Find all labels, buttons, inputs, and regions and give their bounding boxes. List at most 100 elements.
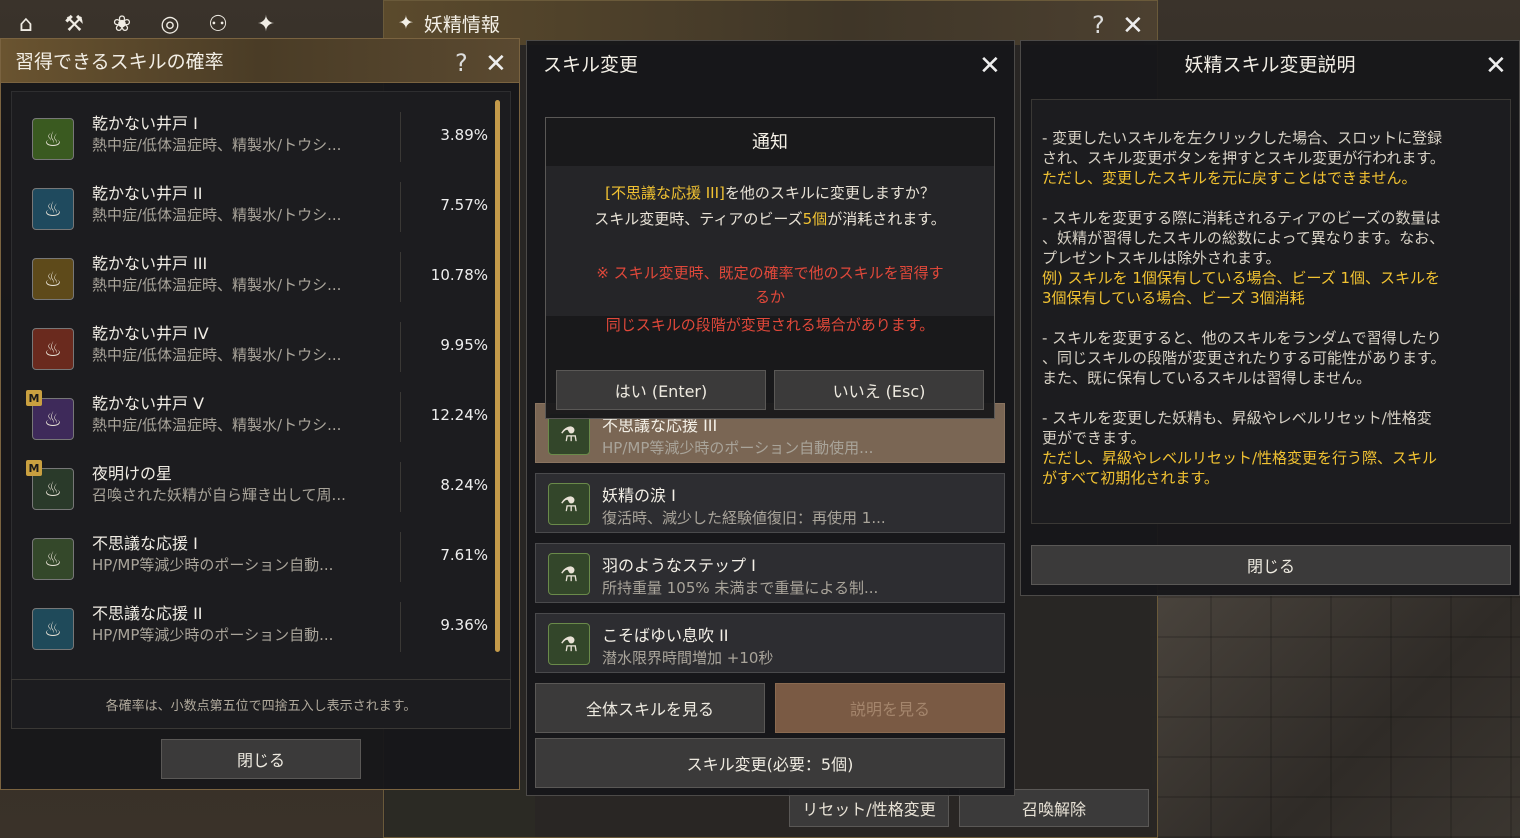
explain-line: 更ができます。 [1042, 429, 1146, 447]
notice-line2: スキル変更時、ティアのビーズ5個が消耗されます。 [546, 208, 994, 229]
divider [400, 392, 401, 442]
skill-probability: 7.61% [440, 546, 488, 564]
skill-name: 乾かない井戸 V [92, 394, 205, 413]
skill-name: 乾かない井戸 I [92, 114, 198, 133]
skill-name: 乾かない井戸 IV [92, 324, 209, 343]
skill-name: 妖精の涙 I [602, 486, 676, 505]
explain-line: 、妖精が習得したスキルの総数によって異なります。なお、 [1042, 229, 1445, 247]
skill-probability: 10.78% [430, 266, 488, 284]
skill-icon: ♨ [32, 538, 74, 580]
probability-row: ♨ 乾かない井戸 IV 熱中症/低体温症時、精製水/トウシ... 9.95% [12, 312, 502, 382]
explain-line: プレゼントスキルは除外されます。 [1042, 249, 1281, 267]
skill-probability: 3.89% [440, 126, 488, 144]
home-icon[interactable]: ⌂ [8, 6, 44, 42]
mastery-badge: M [26, 460, 42, 476]
skill-probability: 9.36% [440, 616, 488, 634]
bead-count: 5個 [802, 210, 828, 228]
explain-line: され、スキル変更ボタンを押すとスキル変更が行われます。 [1042, 149, 1445, 167]
yes-button[interactable]: はい (Enter) [556, 370, 766, 410]
skill-description: 所持重量 105% 未満まで重量による制... [602, 579, 879, 597]
probability-row: ♨ 不思議な応援 I HP/MP等減少時のポーション自動... 7.61% [12, 522, 502, 592]
close-icon[interactable]: ✕ [1122, 13, 1144, 39]
skill-description: 熱中症/低体温症時、精製水/トウシ... [92, 276, 342, 294]
notice-body: [不思議な応援 III]を他のスキルに変更しますか？ スキル変更時、ティアのビー… [546, 166, 994, 334]
skill-description: 熱中症/低体温症時、精製水/トウシ... [92, 206, 342, 224]
help-icon[interactable]: ? [455, 51, 468, 75]
skill-probability: 9.95% [440, 336, 488, 354]
close-icon[interactable]: ✕ [485, 51, 507, 77]
skill-icon: ♨ [32, 608, 74, 650]
warning-line1: ※ スキル変更時、既定の確率で他のスキルを習得す [596, 264, 944, 282]
pickaxe-icon[interactable]: ⚒ [56, 6, 92, 42]
all-skills-button[interactable]: 全体スキルを見る [535, 683, 765, 733]
probability-row: ♨ 乾かない井戸 I 熱中症/低体温症時、精製水/トウシ... 3.89% [12, 102, 502, 172]
skill-description: HP/MP等減少時のポーション自動... [92, 626, 334, 644]
butterfly-icon[interactable]: ✦ [248, 6, 284, 42]
compass-icon[interactable]: ◎ [152, 6, 188, 42]
skill-icon: ♨ [32, 188, 74, 230]
skill-icon: ⚗ [548, 623, 590, 665]
skill-description: 召喚された妖精が自ら輝き出して周... [92, 486, 346, 504]
explanation-text: - 変更したいスキルを左クリックした場合、スロットに登録 され、スキル変更ボタン… [1031, 99, 1511, 524]
skill-row[interactable]: ⚗ こそばゆい息吹 II 潜水限界時間増加 +10秒 [535, 613, 1005, 673]
explain-line: 、同じスキルの段階が変更されたりする可能性があります。 [1042, 349, 1446, 367]
skill-description: 熱中症/低体温症時、精製水/トウシ... [92, 136, 342, 154]
probability-row: ♨ 乾かない井戸 II 熱中症/低体温症時、精製水/トウシ... 7.57% [12, 172, 502, 242]
skill-row[interactable]: ⚗ 羽のようなステップ I 所持重量 105% 未満まで重量による制... [535, 543, 1005, 603]
explain-line: ただし、昇級やレベルリセット/性格変更を行う際、スキル [1042, 449, 1438, 467]
divider [400, 182, 401, 232]
close-icon[interactable]: ✕ [979, 53, 1001, 79]
skill-change-explanation-window: 妖精スキル変更説明 ✕ - 変更したいスキルを左クリックした場合、スロットに登録… [1020, 40, 1520, 596]
skill-name: 不思議な応援 II [92, 604, 203, 623]
warning-line3: 同じスキルの段階が変更される場合があります。 [605, 316, 935, 334]
skill-change-title: スキル変更 [543, 53, 639, 76]
explain-line: - 変更したいスキルを左クリックした場合、スロットに登録 [1042, 129, 1443, 147]
divider [400, 112, 401, 162]
skill-probability: 7.57% [440, 196, 488, 214]
skill-row[interactable]: ⚗ 妖精の涙 I 復活時、減少した経験値復旧：再使用 1... [535, 473, 1005, 533]
skill-description: 潜水限界時間増加 +10秒 [602, 649, 774, 667]
no-button[interactable]: いいえ (Esc) [774, 370, 984, 410]
notice-text: スキル変更時、ティアのビーズ [594, 210, 803, 228]
notice-dialog: 通知 [不思議な応援 III]を他のスキルに変更しますか？ スキル変更時、ティア… [545, 117, 995, 419]
close-button[interactable]: 閉じる [161, 739, 361, 779]
fairy-info-title: 妖精情報 [423, 13, 500, 36]
skill-description: HP/MP等減少時のポーション自動... [92, 556, 334, 574]
skill-name: 乾かない井戸 III [92, 254, 208, 273]
skill-icon: ♨ [32, 258, 74, 300]
help-icon[interactable]: ? [1092, 13, 1105, 37]
warning-line2: るか [754, 288, 785, 306]
explain-line: 例) スキルを 1個保有している場合、ビーズ 1個、スキルを [1042, 269, 1441, 287]
skill-name: 夜明けの星 [92, 464, 173, 483]
explain-line: - スキルを変更すると、他のスキルをランダムで習得したり [1042, 329, 1442, 347]
butterfly-icon: ✦ [398, 12, 414, 34]
mastery-badge: M [26, 390, 42, 406]
skill-name: こそばゆい息吹 II [602, 626, 729, 645]
prob-title: 習得できるスキルの確率 [1, 39, 519, 83]
notice-line1: [不思議な応援 III]を他のスキルに変更しますか？ [546, 182, 994, 203]
divider [400, 322, 401, 372]
skill-probability: 12.24% [430, 406, 488, 424]
explain-line: - スキルを変更した妖精も、昇級やレベルリセット/性格変 [1042, 409, 1432, 427]
probability-row: ♨ M 乾かない井戸 V 熱中症/低体温症時、精製水/トウシ... 12.24% [12, 382, 502, 452]
probability-row: ♨ M 夜明けの星 召喚された妖精が自ら輝き出して周... 8.24% [12, 452, 502, 522]
skill-name: 羽のようなステップ I [602, 556, 756, 575]
skill-description: 熱中症/低体温症時、精製水/トウシ... [92, 346, 342, 364]
skill-probability-window: 習得できるスキルの確率 ? ✕ ♨ 乾かない井戸 I 熱中症/低体温症時、精製水/ト… [0, 38, 520, 790]
scrollbar[interactable] [495, 100, 500, 652]
explain-line: 3個保有している場合、ビーズ 3個消耗 [1042, 289, 1305, 307]
wall-tiles [1150, 590, 1520, 838]
close-icon[interactable]: ✕ [1485, 53, 1507, 79]
skill-icon: ⚗ [548, 483, 590, 525]
skill-description: 熱中症/低体温症時、精製水/トウシ... [92, 416, 342, 434]
close-button[interactable]: 閉じる [1031, 545, 1511, 585]
view-explanation-button[interactable]: 説明を見る [775, 683, 1005, 733]
probability-list: ♨ 乾かない井戸 I 熱中症/低体温症時、精製水/トウシ... 3.89% ♨ 乾かない井… [11, 91, 511, 707]
skill-icon: ♨ [32, 118, 74, 160]
skill-change-button[interactable]: スキル変更(必要：5個) [535, 738, 1005, 788]
group-icon[interactable]: ⚇ [200, 6, 236, 42]
divider [400, 252, 401, 302]
skill-description: 復活時、減少した経験値復旧：再使用 1... [602, 509, 886, 527]
paw-icon[interactable]: ❀ [104, 6, 140, 42]
probability-note: 各確率は、小数点第五位で四捨五入し表示されます。 [11, 679, 511, 729]
